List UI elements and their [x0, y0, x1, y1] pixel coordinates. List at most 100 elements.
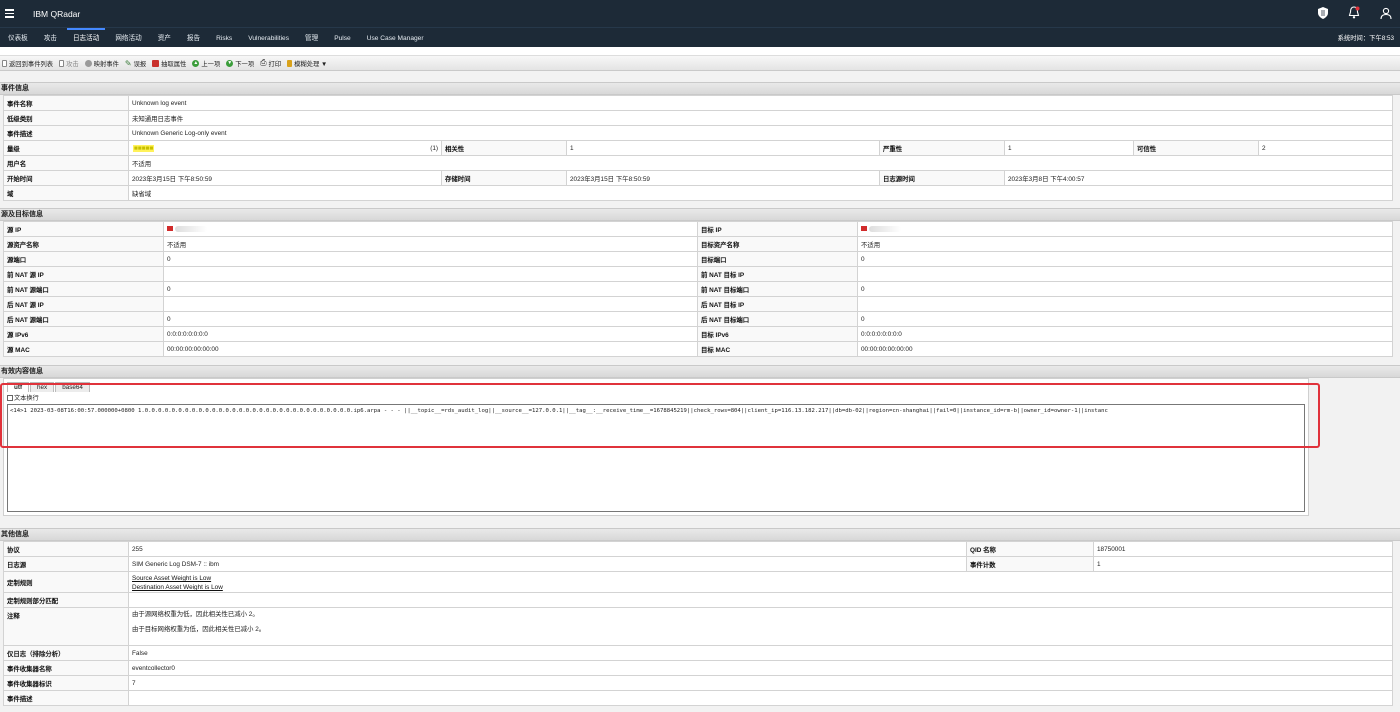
payload-tab-base64[interactable]: base64	[55, 382, 90, 392]
collector-name-value: eventcollector0	[128, 660, 1393, 676]
src-dst-label: 后 NAT 目标端口	[697, 311, 858, 327]
credibility-label: 可信性	[1133, 140, 1259, 156]
src-dst-label: 前 NAT 源端口	[3, 281, 164, 297]
storage-time-label: 存储时间	[441, 170, 567, 186]
note-line: 由于目标网络权重为低，因此相关性已减小 2。	[132, 626, 266, 633]
obfuscation-dropdown[interactable]: 模糊处理 ▼	[287, 59, 327, 68]
lock-icon	[287, 59, 293, 67]
src-dst-value: 不适用	[163, 236, 698, 252]
src-dst-value: 0:0:0:0:0:0:0:0	[163, 326, 698, 342]
payload-tab-utf[interactable]: utf	[7, 382, 30, 392]
event-count-label: 事件计数	[966, 556, 1094, 572]
magnitude-value: ■■■■■ (1)	[128, 140, 442, 156]
shield-icon[interactable]	[1318, 6, 1328, 19]
src-dst-label: 前 NAT 源 IP	[3, 266, 164, 282]
nav-tab[interactable]: 管理	[297, 32, 326, 47]
payload-tab-hex[interactable]: hex	[30, 382, 55, 392]
collector-id-label: 事件收集器标识	[3, 675, 129, 691]
payload-text[interactable]: <14>1 2023-03-08T16:00:57.000000+0800 1.…	[7, 404, 1305, 512]
start-time-value: 2023年3月15日 下午8:50:59	[128, 170, 442, 186]
nav-tab[interactable]: 日志活动	[65, 28, 107, 47]
wrap-text-checkbox[interactable]	[7, 394, 13, 401]
src-dst-value	[163, 266, 698, 282]
partial-match-label: 定制规则部分匹配	[3, 592, 129, 608]
src-dst-value: 0	[163, 251, 698, 267]
other-info-panel: 协议 255 QID 名称 18750001 日志源 SIM Generic L…	[3, 541, 1393, 706]
extract-property-button[interactable]: 抽取属性	[152, 59, 186, 68]
src-dst-label: 后 NAT 目标 IP	[697, 296, 858, 312]
src-dst-value: 0:0:0:0:0:0:0:0	[857, 326, 1393, 342]
flag-icon	[861, 226, 867, 232]
src-dst-value: 0	[857, 311, 1393, 327]
user-icon[interactable]	[1380, 7, 1392, 19]
source-dest-header: 源及目标信息	[0, 208, 1400, 221]
nav-tab[interactable]: 资产	[150, 32, 179, 47]
document-icon	[2, 59, 7, 67]
nav-tab[interactable]: Use Case Manager	[359, 35, 432, 47]
flag-icon	[167, 226, 173, 232]
false-positive-button[interactable]: ✎ 误报	[125, 59, 146, 68]
magnitude-bar: ■■■■■	[133, 144, 155, 152]
log-only-label: 仅日志（排除分析）	[3, 645, 129, 661]
event-name-label: 事件名称	[3, 95, 129, 111]
username-value: 不适用	[128, 155, 1393, 171]
src-dst-label: 目标端口	[697, 251, 858, 267]
custom-rule-link[interactable]: Destination Asset Weight is Low	[132, 584, 223, 591]
main-nav: 仪表板 攻击 日志活动 网络活动 资产 报告 Risks Vulnerabilities 管理 P…	[0, 27, 1400, 47]
source-dest-panel: 源 IP 目标 IP 源资产名称 不适用 目标资产名称 不适用 源端口 0 目标端口 0 前 NAT…	[3, 221, 1393, 357]
custom-rules-label: 定制规则	[3, 571, 129, 593]
top-bar: IBM QRadar	[0, 0, 1400, 27]
event-info-panel: 事件名称 Unknown log event 低级类别 未知通用日志事件 事件描述 U…	[3, 95, 1393, 201]
bell-icon[interactable]	[1348, 6, 1360, 19]
nav-tab[interactable]: 网络活动	[107, 32, 149, 47]
src-dst-value	[163, 221, 698, 237]
src-dst-label: 前 NAT 目标 IP	[697, 266, 858, 282]
src-dst-value	[857, 221, 1393, 237]
log-source-label: 日志源	[3, 556, 129, 572]
notes-label: 注释	[3, 607, 129, 646]
src-dst-value: 0	[857, 251, 1393, 267]
log-source-time-label: 日志源时间	[879, 170, 1005, 186]
src-dst-label: 目标 IPv6	[697, 326, 858, 342]
nav-tab[interactable]: Vulnerabilities	[240, 35, 297, 47]
src-dst-label: 源资产名称	[3, 236, 164, 252]
app-title: IBM QRadar	[33, 8, 81, 19]
domain-value: 缺省域	[128, 185, 1393, 201]
magnitude-label: 量级	[3, 140, 129, 156]
map-event-button[interactable]: 映射事件	[84, 59, 119, 68]
wand-icon: ✎	[124, 58, 132, 68]
src-dst-value	[857, 266, 1393, 282]
document-icon	[59, 59, 65, 67]
severity-label: 严重性	[879, 140, 1005, 156]
src-dst-value: 00:00:00:00:00:00	[163, 341, 698, 357]
next-button[interactable]: ▼ 下一项	[226, 59, 254, 68]
src-dst-value: 不适用	[857, 236, 1393, 252]
relevance-label: 相关性	[441, 140, 567, 156]
print-button[interactable]: ⎙ 打印	[260, 58, 281, 68]
low-level-value: 未知通用日志事件	[128, 110, 1393, 126]
nav-tab[interactable]: Pulse	[326, 35, 359, 47]
custom-rule-link[interactable]: Source Asset Weight is Low	[132, 575, 211, 582]
nav-tab[interactable]: Risks	[208, 35, 240, 47]
redacted-ip	[869, 225, 901, 232]
back-to-events-button[interactable]: 返回到事件列表	[2, 59, 53, 68]
next-row-label: 事件描述	[3, 690, 129, 706]
map-icon	[84, 59, 92, 67]
system-time: 系统时间：下午8:53	[1337, 35, 1394, 42]
src-dst-value	[163, 296, 698, 312]
note-line: 由于源网络权重为低，因此相关性已减小 2。	[132, 611, 259, 618]
nav-tab[interactable]: 报告	[179, 32, 208, 47]
domain-label: 域	[3, 185, 129, 201]
src-dst-label: 目标 MAC	[697, 341, 858, 357]
protocol-value: 255	[128, 541, 967, 557]
credibility-value: 2	[1258, 140, 1393, 156]
src-dst-label: 目标 IP	[697, 221, 858, 237]
menu-icon[interactable]	[5, 9, 27, 18]
previous-button[interactable]: ▲ 上一项	[192, 59, 220, 68]
relevance-value: 1	[566, 140, 880, 156]
offense-button[interactable]: 攻击	[59, 59, 79, 68]
src-dst-label: 后 NAT 源端口	[3, 311, 164, 327]
nav-tab[interactable]: 攻击	[36, 32, 65, 47]
src-dst-label: 源 IPv6	[3, 326, 164, 342]
nav-tab[interactable]: 仪表板	[0, 32, 36, 47]
